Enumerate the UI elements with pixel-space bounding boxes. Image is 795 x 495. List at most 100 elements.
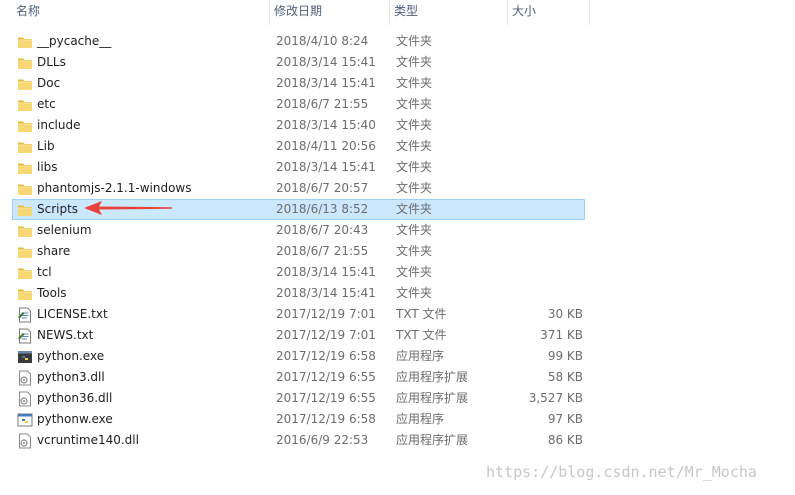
file-date: 2018/3/14 15:41 [276,160,376,174]
file-type: 文件夹 [396,286,433,300]
file-name: Doc [37,76,61,90]
file-row[interactable]: LICENSE.txt 2017/12/19 7:01 TXT 文件 30 KB [12,304,585,325]
file-type: 文件夹 [396,223,433,237]
column-header-date[interactable]: 修改日期 [270,0,390,25]
folder-icon [17,181,33,197]
column-header-type-label: 类型 [394,4,419,18]
file-row[interactable]: selenium 2018/6/7 20:43 文件夹 [12,220,585,241]
file-type: TXT 文件 [396,328,447,342]
file-type: 文件夹 [396,97,433,111]
file-row[interactable]: vcruntime140.dll 2016/6/9 22:53 应用程序扩展 86 K… [12,430,585,451]
folder-icon [17,34,33,50]
file-name: selenium [37,223,92,237]
file-row[interactable]: pythonw.exe 2017/12/19 6:58 应用程序 97 KB [12,409,585,430]
file-type: 文件夹 [396,265,433,279]
file-name: Scripts [37,202,79,216]
file-row[interactable]: etc 2018/6/7 21:55 文件夹 [12,94,585,115]
file-name: __pycache__ [37,34,112,48]
file-name: libs [37,160,58,174]
file-size: 30 KB [547,307,583,321]
folder-icon [17,160,33,176]
annotation-arrow [84,201,172,215]
file-row[interactable]: share 2018/6/7 21:55 文件夹 [12,241,585,262]
file-name: pythonw.exe [37,412,113,426]
file-date: 2017/12/19 6:58 [276,349,376,363]
file-date: 2017/12/19 7:01 [276,307,376,321]
column-header-size[interactable]: 大小 [508,0,590,25]
folder-icon [17,55,33,71]
folder-icon [17,76,33,92]
file-row[interactable]: Tools 2018/3/14 15:41 文件夹 [12,283,585,304]
file-type: 应用程序 [396,349,445,363]
file-name: NEWS.txt [37,328,94,342]
file-date: 2018/6/13 8:52 [276,202,369,216]
file-date: 2018/4/11 20:56 [276,139,376,153]
file-date: 2017/12/19 6:55 [276,370,376,384]
file-row[interactable]: libs 2018/3/14 15:41 文件夹 [12,157,585,178]
folder-icon [17,118,33,134]
folder-icon [17,97,33,113]
file-size: 86 KB [547,433,583,447]
column-header-date-label: 修改日期 [274,4,323,18]
file-row[interactable]: Lib 2018/4/11 20:56 文件夹 [12,136,585,157]
file-name: phantomjs-2.1.1-windows [37,181,192,195]
file-row[interactable]: DLLs 2018/3/14 15:41 文件夹 [12,52,585,73]
file-row[interactable]: Doc 2018/3/14 15:41 文件夹 [12,73,585,94]
file-name: share [37,244,71,258]
file-date: 2017/12/19 7:01 [276,328,376,342]
file-type: 应用程序扩展 [396,391,469,405]
file-size: 97 KB [547,412,583,426]
sort-ascending-icon: ^ [148,0,157,7]
watermark-text: https://blog.csdn.net/Mr_Mocha [486,463,757,481]
file-date: 2018/3/14 15:41 [276,286,376,300]
file-type: 应用程序扩展 [396,370,469,384]
file-date: 2018/3/14 15:41 [276,76,376,90]
column-header-name[interactable]: 名称 ^ [12,0,270,25]
text-file-icon [17,307,33,323]
file-date: 2018/3/14 15:41 [276,265,376,279]
file-name: python36.dll [37,391,113,405]
file-row[interactable]: phantomjs-2.1.1-windows 2018/6/7 20:57 文件夹 [12,178,585,199]
file-size: 3,527 KB [528,391,583,405]
file-row[interactable]: __pycache__ 2018/4/10 8:24 文件夹 [12,31,585,52]
file-row[interactable]: tcl 2018/3/14 15:41 文件夹 [12,262,585,283]
file-row[interactable]: python36.dll 2017/12/19 6:55 应用程序扩展 3,527 K… [12,388,585,409]
python-exe-icon [17,349,33,365]
file-type: 文件夹 [396,139,433,153]
file-date: 2018/3/14 15:40 [276,118,376,132]
file-name: DLLs [37,55,66,69]
file-name: LICENSE.txt [37,307,108,321]
text-file-icon [17,328,33,344]
file-type: 文件夹 [396,76,433,90]
file-row[interactable]: include 2018/3/14 15:40 文件夹 [12,115,585,136]
file-size: 99 KB [547,349,583,363]
file-date: 2017/12/19 6:58 [276,412,376,426]
file-type: 文件夹 [396,202,433,216]
file-date: 2018/6/7 20:57 [276,181,369,195]
file-name: vcruntime140.dll [37,433,139,447]
file-type: 文件夹 [396,55,433,69]
file-row[interactable]: NEWS.txt 2017/12/19 7:01 TXT 文件 371 KB [12,325,585,346]
column-header-name-label: 名称 [16,4,41,18]
file-row[interactable]: python3.dll 2017/12/19 6:55 应用程序扩展 58 KB [12,367,585,388]
file-type: 文件夹 [396,244,433,258]
file-name: Lib [37,139,55,153]
file-type: 文件夹 [396,118,433,132]
file-date: 2018/6/7 21:55 [276,244,369,258]
file-name: python.exe [37,349,105,363]
file-date: 2018/6/7 21:55 [276,97,369,111]
file-size: 371 KB [540,328,583,342]
file-row[interactable]: python.exe 2017/12/19 6:58 应用程序 99 KB [12,346,585,367]
file-date: 2017/12/19 6:55 [276,391,376,405]
folder-icon [17,223,33,239]
folder-icon [17,265,33,281]
folder-icon [17,202,33,218]
file-name: include [37,118,81,132]
file-type: 应用程序扩展 [396,433,469,447]
file-date: 2018/3/14 15:41 [276,55,376,69]
dll-file-icon [17,370,33,386]
file-size: 58 KB [547,370,583,384]
dll-file-icon [17,391,33,407]
column-header-type[interactable]: 类型 [390,0,508,25]
dll-file-icon [17,433,33,449]
